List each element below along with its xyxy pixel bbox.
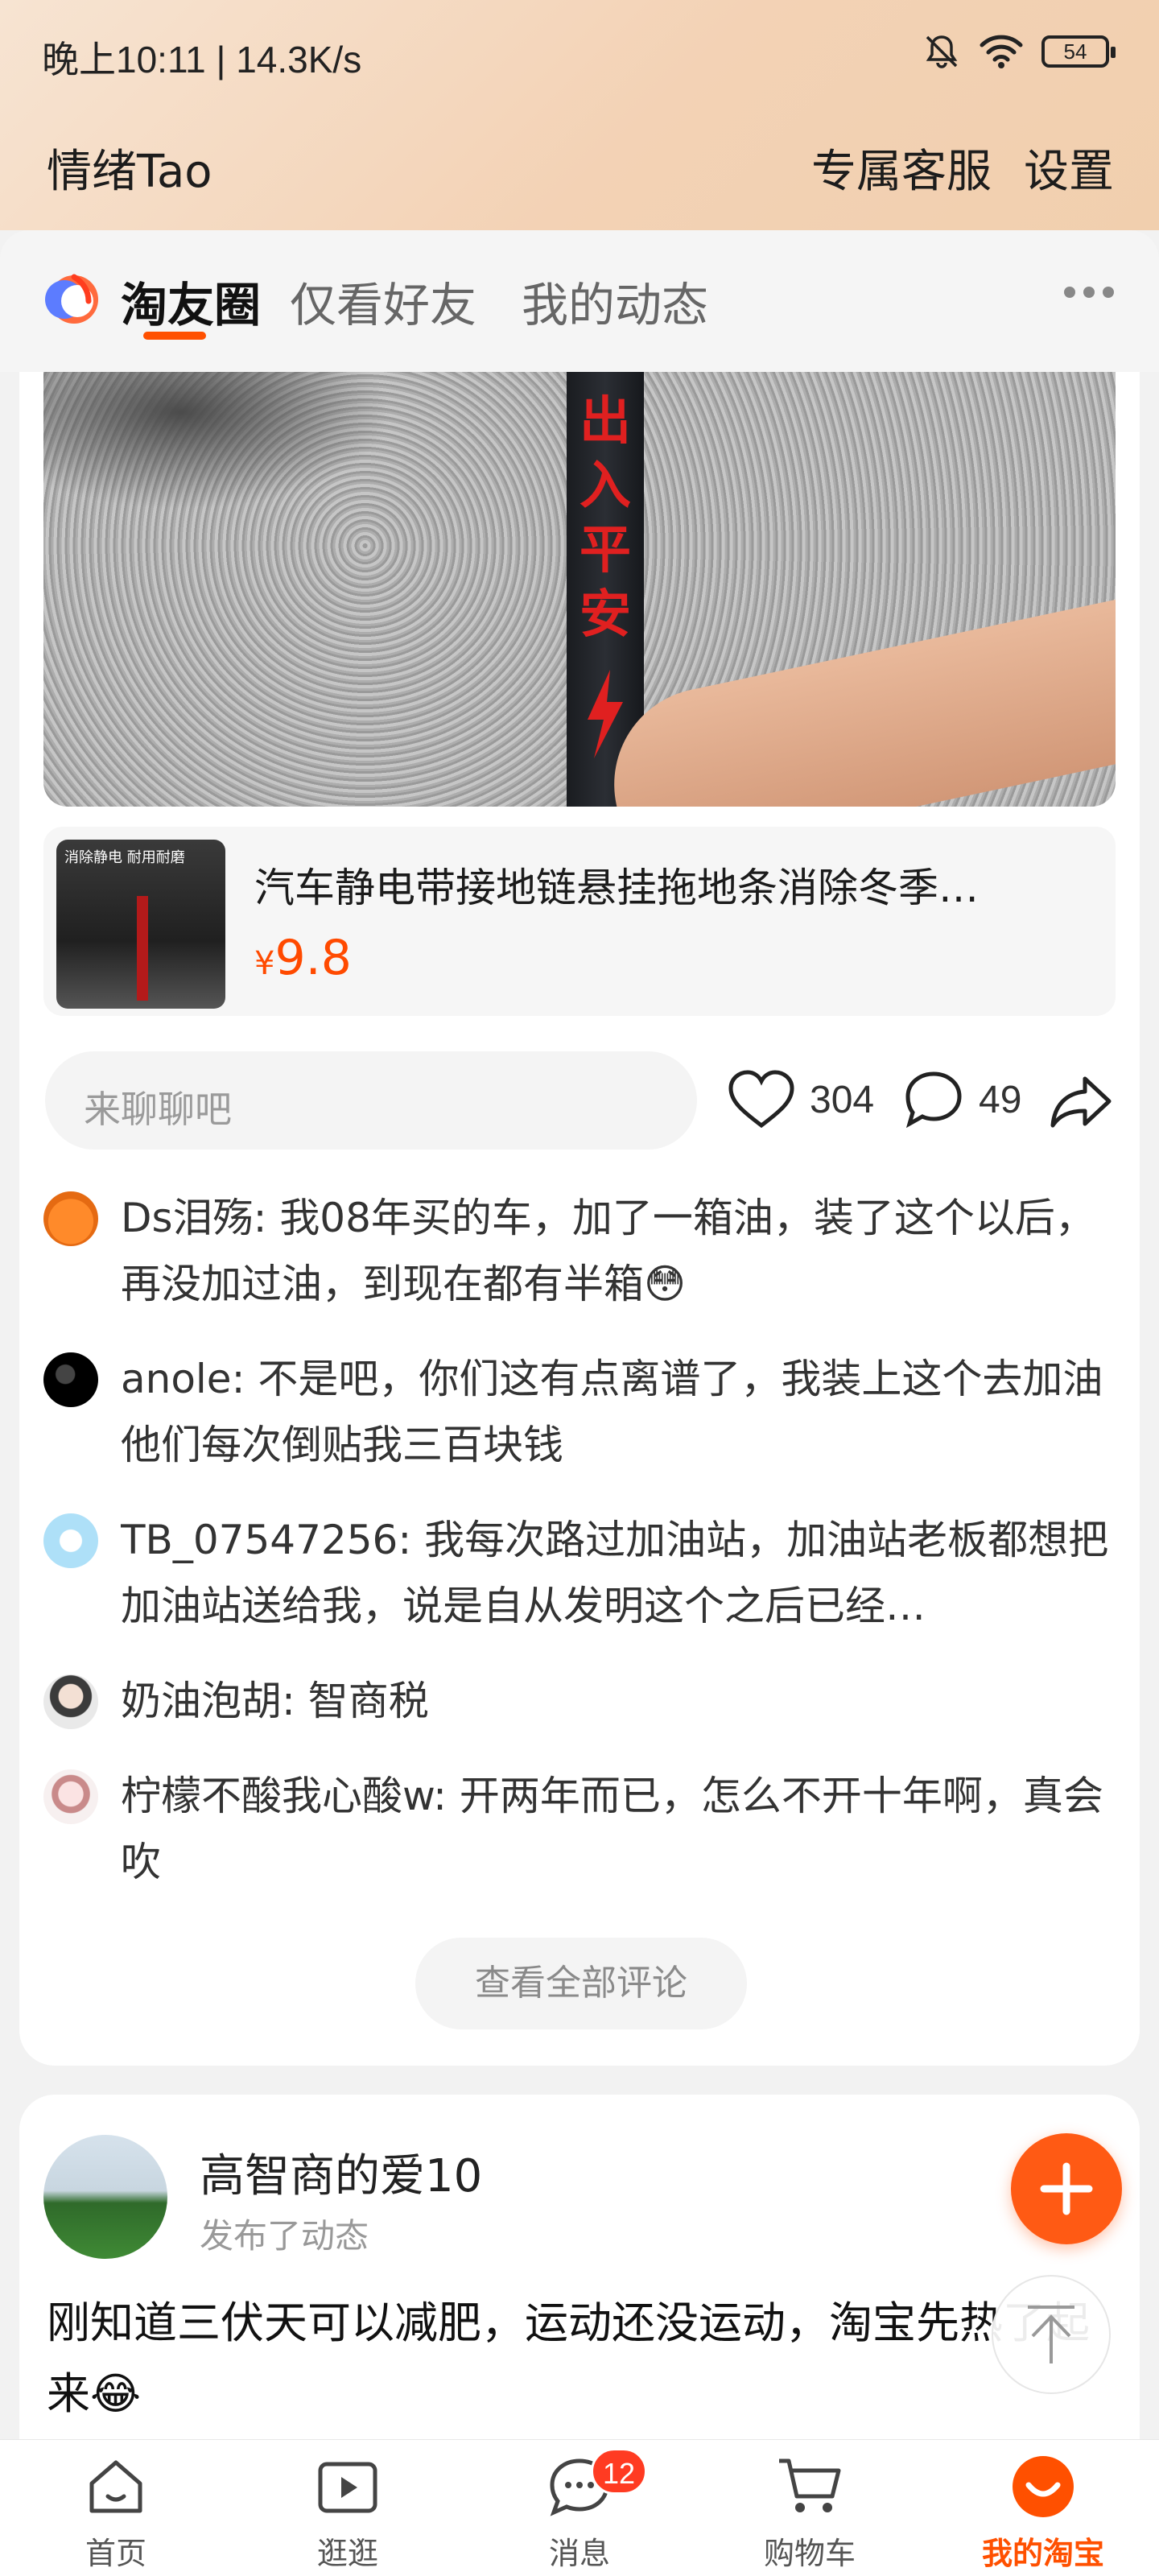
like-button[interactable]: 304 <box>728 1069 874 1130</box>
share-icon[interactable] <box>1050 1075 1112 1129</box>
add-post-button[interactable] <box>1011 2133 1122 2244</box>
comment-item[interactable]: Ds泪殇: 我08年买的车，加了一箱油，装了这个以后，再没加过油，到现在都有半箱… <box>43 1185 1114 1314</box>
post-video[interactable]: 出入平安 <box>43 372 1116 807</box>
comment-body: 智商税 <box>307 1678 429 1724</box>
author-name[interactable]: 高智商的爱10 <box>200 2140 482 2205</box>
header-links: 专属客服 设置 <box>811 135 1114 200</box>
play-icon <box>318 2462 377 2513</box>
comment-username[interactable]: Ds泪殇 <box>121 1195 254 1241</box>
battery-icon: 54 <box>1041 35 1116 68</box>
post-subtitle: 发布了动态 <box>200 2216 369 2256</box>
comment-text: 奶油泡胡: 智商税 <box>121 1678 429 1724</box>
currency-symbol: ¥ <box>254 945 275 982</box>
product-card[interactable]: 消除静电 耐用耐磨 汽车静电带接地链悬挂拖地条消除冬季… ¥9.8 <box>43 827 1116 1016</box>
price-value: 9.8 <box>274 930 352 986</box>
like-count: 304 <box>810 1078 875 1121</box>
comment-bubble-icon <box>905 1071 962 1129</box>
more-options-icon[interactable] <box>1064 287 1114 298</box>
thumbnail-strap <box>137 896 148 1001</box>
comment-text: anole: 不是吧，你们这有点离谱了，我装上这个去加油他们每次倒贴我三百块钱 <box>121 1356 1103 1468</box>
heart-icon <box>728 1070 794 1129</box>
thumbnail-caption: 消除静电 耐用耐磨 <box>64 849 185 866</box>
nav-label: 逛逛 <box>316 2536 378 2571</box>
comment-text: 柠檬不酸我心酸w: 开两年而已，怎么不开十年啊，真会吹 <box>121 1773 1103 1885</box>
post-text[interactable]: 刚知道三伏天可以减肥，运动还没运动，淘宝先热了起来😂 <box>47 2288 1109 2429</box>
nav-label: 消息 <box>548 2536 610 2571</box>
back-to-top-button[interactable] <box>992 2275 1111 2394</box>
comment-text: Ds泪殇: 我08年买的车，加了一箱油，装了这个以后，再没加过油，到现在都有半箱… <box>121 1195 1095 1307</box>
cart-icon <box>779 2458 841 2512</box>
avatar <box>43 1769 98 1824</box>
page-title: 情绪Tao <box>47 146 212 198</box>
comment-count: 49 <box>979 1078 1022 1121</box>
plus-icon <box>1040 2162 1093 2215</box>
lightning-icon <box>588 670 623 758</box>
nav-home[interactable]: 首页 <box>35 2451 196 2573</box>
avatar <box>43 1191 98 1246</box>
video-overlay-text: 出入平安 <box>580 391 631 645</box>
nav-messages[interactable]: 12 消息 <box>499 2448 660 2573</box>
nav-label: 首页 <box>85 2536 146 2571</box>
avatar <box>43 1352 98 1407</box>
product-price: ¥9.8 <box>254 930 352 986</box>
avatar <box>43 1674 98 1729</box>
arrow-up-icon <box>1028 2306 1074 2363</box>
comment-username[interactable]: 柠檬不酸我心酸w <box>121 1773 433 1819</box>
nav-label: 我的淘宝 <box>981 2536 1104 2571</box>
status-time: 晚上10:11 | 14.3K/s <box>42 39 362 80</box>
comment-input[interactable]: 来聊聊吧 <box>45 1051 697 1150</box>
app-header: 情绪Tao 专属客服 设置 <box>0 121 1159 209</box>
tab-taoyouquan[interactable]: 淘友圈 <box>121 267 261 335</box>
comment-username[interactable]: 奶油泡胡 <box>121 1678 282 1724</box>
battery-level: 54 <box>1063 39 1087 64</box>
taoyouquan-logo-icon <box>45 274 98 324</box>
customer-service-link[interactable]: 专属客服 <box>811 135 992 200</box>
nav-label: 购物车 <box>763 2536 856 2571</box>
unread-badge: 12 <box>591 2448 648 2495</box>
home-icon <box>89 2460 142 2513</box>
taobao-smile-icon <box>1013 2456 1074 2517</box>
post-card: 出入平安 消除静电 耐用耐磨 汽车静电带接地链悬挂拖地条消除冬季… ¥9.8 来… <box>19 372 1140 2066</box>
tab-bar: 淘友圈 仅看好友 我的动态 <box>0 230 1159 372</box>
avatar <box>43 1513 98 1568</box>
comment-body: 不是吧，你们这有点离谱了，我装上这个去加油他们每次倒贴我三百块钱 <box>121 1356 1103 1468</box>
nav-guangguang[interactable]: 逛逛 <box>267 2451 428 2573</box>
bell-muted-icon <box>926 35 958 68</box>
tab-friends-only[interactable]: 仅看好友 <box>290 267 476 335</box>
settings-link[interactable]: 设置 <box>1024 135 1114 200</box>
nav-cart[interactable]: 购物车 <box>729 2451 890 2573</box>
product-title: 汽车静电带接地链悬挂拖地条消除冬季… <box>254 865 979 911</box>
comment-item[interactable]: 奶油泡胡: 智商税 <box>43 1668 1114 1734</box>
status-bar: 晚上10:11 | 14.3K/s 54 <box>0 0 1159 105</box>
author-avatar[interactable] <box>43 2135 167 2259</box>
bottom-nav: 首页 逛逛 12 消息 购物车 我的淘宝 <box>0 2439 1159 2576</box>
wifi-icon <box>980 35 1023 68</box>
comment-item[interactable]: TB_07547256: 我每次路过加油站，加油站老板都想把加油站送给我，说是自… <box>43 1507 1114 1636</box>
view-all-comments-button[interactable]: 查看全部评论 <box>415 1938 747 2029</box>
post-card-2: 高智商的爱10 发布了动态 刚知道三伏天可以减肥，运动还没运动，淘宝先热了起来😂 <box>19 2095 1140 2449</box>
comment-body: 我08年买的车，加了一箱油，装了这个以后，再没加过油，到现在都有半箱😳 <box>121 1195 1095 1307</box>
comment-button[interactable]: 49 <box>903 1069 1021 1130</box>
comment-username[interactable]: anole <box>121 1356 232 1402</box>
comment-item[interactable]: anole: 不是吧，你们这有点离谱了，我装上这个去加油他们每次倒贴我三百块钱 <box>43 1346 1114 1475</box>
tab-my-activity[interactable]: 我的动态 <box>522 267 708 335</box>
pointing-hand-image <box>596 592 1116 807</box>
action-row: 来聊聊吧 304 49 <box>19 1048 1140 1153</box>
status-icons: 54 <box>922 32 1116 71</box>
product-thumbnail: 消除静电 耐用耐磨 <box>56 840 225 1009</box>
nav-my-taobao[interactable]: 我的淘宝 <box>963 2451 1124 2573</box>
comment-username[interactable]: TB_07547256 <box>121 1517 398 1563</box>
comment-item[interactable]: 柠檬不酸我心酸w: 开两年而已，怎么不开十年啊，真会吹 <box>43 1763 1114 1892</box>
active-tab-indicator <box>143 332 206 340</box>
comment-text: TB_07547256: 我每次路过加油站，加油站老板都想把加油站送给我，说是自… <box>121 1517 1109 1629</box>
